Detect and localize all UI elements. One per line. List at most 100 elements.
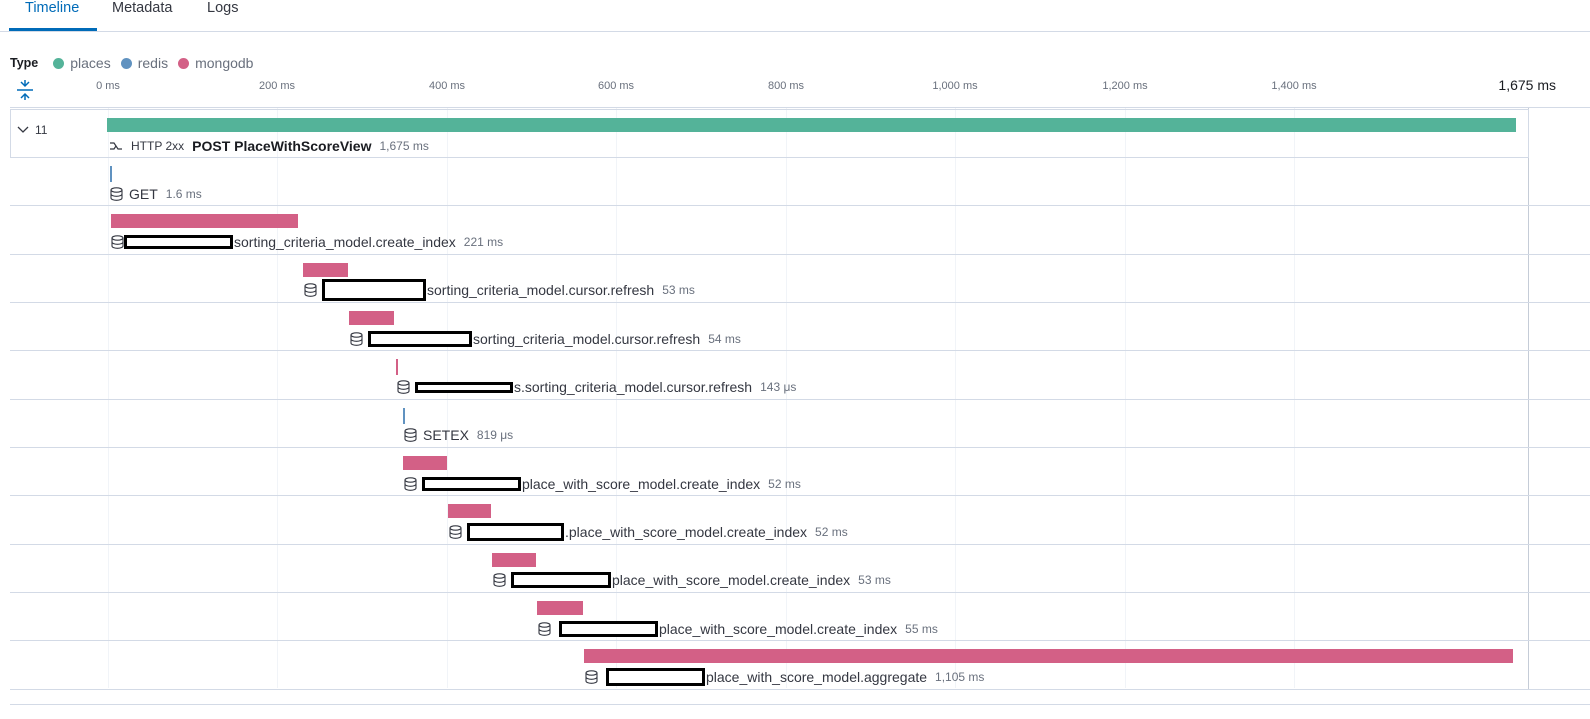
total-duration-label: 1,675 ms <box>1498 77 1556 93</box>
span-bar[interactable] <box>403 408 405 424</box>
span-label[interactable]: sorting_criteria_model.cursor.refresh 53… <box>304 279 695 301</box>
span-name: .place_with_score_model.create_index <box>565 524 808 540</box>
span-label[interactable]: GET 1.6 ms <box>110 185 202 203</box>
child-count: 11 <box>35 123 48 137</box>
database-icon <box>304 283 317 297</box>
tab-metadata[interactable]: Metadata <box>112 0 172 16</box>
span-row[interactable] <box>10 351 1590 400</box>
database-icon <box>585 670 598 684</box>
axis-tick: 400 ms <box>428 80 466 92</box>
places-dot-icon <box>53 57 65 69</box>
database-icon <box>449 525 462 539</box>
redacted-box <box>422 477 521 491</box>
redacted-box <box>511 572 611 588</box>
type-legend: Type places redis mongodb <box>10 55 263 71</box>
panel-bottom-divider <box>10 704 1590 705</box>
database-icon <box>538 622 551 636</box>
transaction-duration: 1,675 ms <box>379 139 429 153</box>
span-bar[interactable] <box>111 214 298 228</box>
redacted-box <box>124 235 233 249</box>
span-bar[interactable] <box>403 456 447 470</box>
span-name: place_with_score_model.create_index <box>659 621 898 637</box>
span-row[interactable] <box>10 254 1590 303</box>
span-row[interactable] <box>10 302 1590 351</box>
span-bar[interactable] <box>303 263 348 277</box>
span-duration: 221 ms <box>463 235 504 249</box>
axis-tick: 600 ms <box>597 80 635 92</box>
span-name: SETEX <box>423 427 469 443</box>
redacted-box <box>368 331 472 347</box>
tab-timeline[interactable]: Timeline <box>25 0 79 16</box>
redacted-box <box>415 381 513 393</box>
merge-icon <box>110 142 122 150</box>
span-bar[interactable] <box>537 601 583 615</box>
span-duration: 52 ms <box>815 525 848 539</box>
active-tab-indicator <box>9 28 97 31</box>
chevron-down-icon <box>17 126 29 133</box>
span-duration: 54 ms <box>708 332 741 346</box>
span-duration: 53 ms <box>662 283 695 297</box>
span-row[interactable] <box>10 399 1590 448</box>
span-name: sorting_criteria_model.cursor.refresh <box>427 282 655 298</box>
legend-item-redis: redis <box>120 55 168 71</box>
database-icon <box>493 573 506 587</box>
span-label[interactable]: place_with_score_model.create_index 53 m… <box>493 571 891 589</box>
span-name: s.sorting_criteria_model.cursor.refresh <box>514 379 753 395</box>
axis-divider <box>10 107 1590 108</box>
span-name: sorting_criteria_model.cursor.refresh <box>473 331 701 347</box>
legend-label-places: places <box>70 55 111 71</box>
span-duration: 52 ms <box>768 477 801 491</box>
transaction-label[interactable]: HTTP 2xx POST PlaceWithScoreView 1,675 m… <box>109 137 429 155</box>
span-duration: 143 μs <box>760 380 797 394</box>
expand-toggle[interactable]: 11 <box>17 123 47 137</box>
span-label[interactable]: place_with_score_model.create_index 52 m… <box>404 475 801 493</box>
tab-bar: Timeline Metadata Logs <box>0 0 1590 32</box>
axis-tick: 1,000 ms <box>932 80 978 92</box>
redacted-box <box>467 523 564 541</box>
span-label[interactable]: sorting_criteria_model.cursor.refresh 54… <box>350 330 741 348</box>
redacted-box <box>322 279 426 301</box>
span-label[interactable]: place_with_score_model.aggregate 1,105 m… <box>585 668 984 686</box>
span-label[interactable]: SETEX 819 μs <box>404 426 513 444</box>
span-duration: 1.6 ms <box>165 187 202 201</box>
tab-logs[interactable]: Logs <box>207 0 238 16</box>
span-duration: 53 ms <box>858 573 891 587</box>
span-name: place_with_score_model.create_index <box>522 476 761 492</box>
database-icon <box>404 428 417 442</box>
span-bar[interactable] <box>396 359 398 375</box>
legend-title: Type <box>10 56 39 70</box>
span-duration: 55 ms <box>905 622 938 636</box>
span-label[interactable]: s.sorting_criteria_model.cursor.refresh … <box>397 378 796 396</box>
database-icon <box>111 235 124 249</box>
legend-item-mongodb: mongodb <box>178 55 253 71</box>
database-icon <box>110 187 123 201</box>
redacted-box <box>559 621 658 637</box>
database-icon <box>404 477 417 491</box>
collapse-all-icon[interactable] <box>16 80 34 100</box>
transaction-name: POST PlaceWithScoreView <box>192 138 372 154</box>
span-duration: 819 μs <box>476 428 514 442</box>
legend-label-mongodb: mongodb <box>195 55 254 71</box>
span-bar[interactable] <box>349 311 394 325</box>
span-row[interactable] <box>10 157 1590 206</box>
span-bar[interactable] <box>110 166 112 182</box>
http-status: HTTP 2xx <box>131 139 185 153</box>
span-label[interactable]: .place_with_score_model.create_index 52 … <box>449 523 848 541</box>
axis-tick: 200 ms <box>258 80 296 92</box>
span-bar[interactable] <box>492 553 536 567</box>
span-duration: 1,105 ms <box>935 670 985 684</box>
legend-item-places: places <box>53 55 111 71</box>
database-icon <box>350 332 363 346</box>
axis-tick: 1,200 ms <box>1102 80 1148 92</box>
span-label[interactable]: sorting_criteria_model.create_index 221 … <box>111 233 503 251</box>
span-bar[interactable] <box>448 504 491 518</box>
span-name: sorting_criteria_model.create_index <box>234 234 456 250</box>
span-name: GET <box>129 186 158 202</box>
database-icon <box>397 380 410 394</box>
axis-tick: 0 ms <box>96 80 120 92</box>
span-label[interactable]: place_with_score_model.create_index 55 m… <box>538 620 938 638</box>
redacted-box <box>606 668 705 686</box>
span-bar[interactable] <box>584 649 1513 663</box>
transaction-bar[interactable] <box>107 118 1516 132</box>
mongodb-dot-icon <box>178 57 190 69</box>
